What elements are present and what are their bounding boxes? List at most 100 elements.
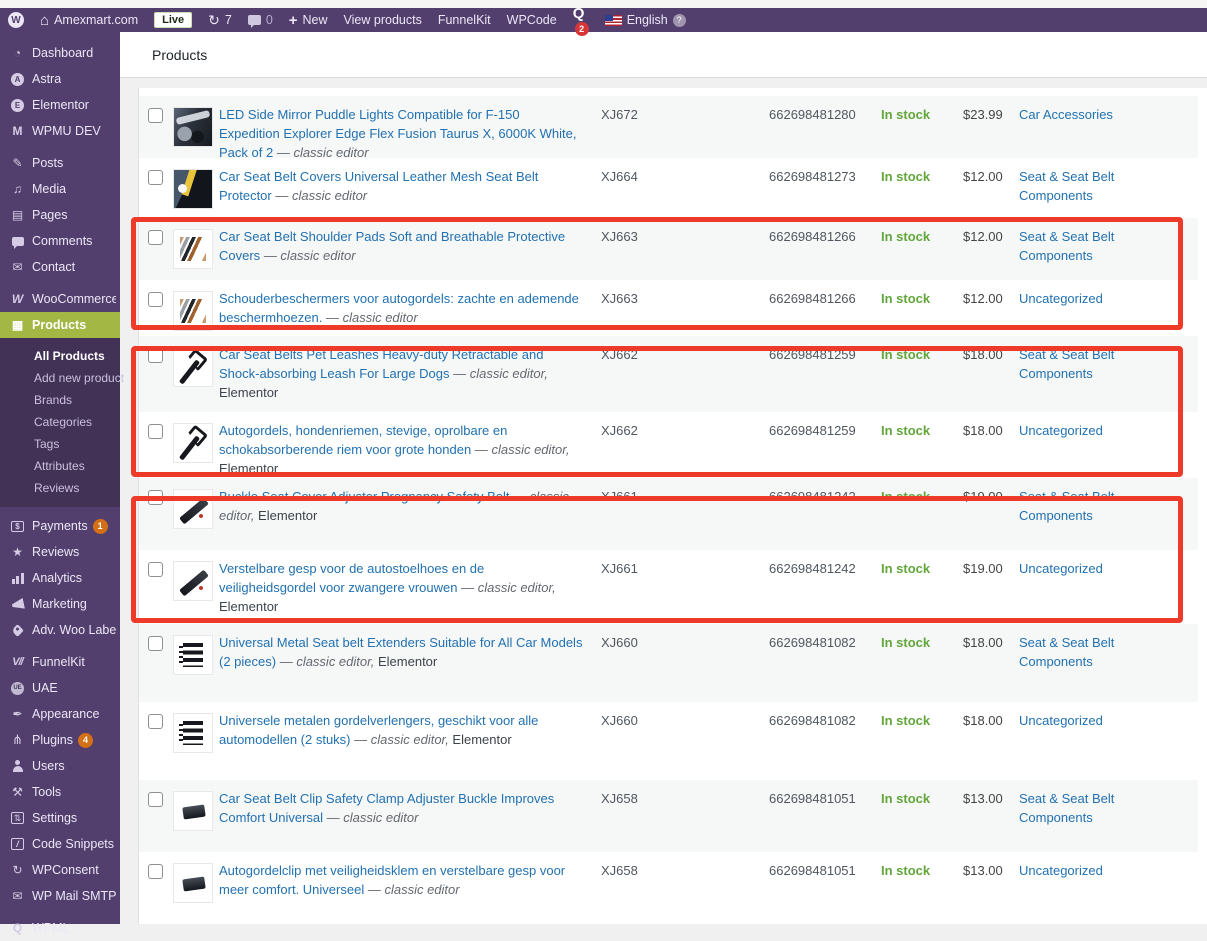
sidebar-item-label: Contact <box>32 260 76 274</box>
stock-badge: In stock <box>881 791 931 806</box>
category-link[interactable]: Seat & Seat Belt Components <box>1019 635 1114 669</box>
product-thumbnail-shoulder-pads[interactable] <box>173 291 213 331</box>
us-flag-icon <box>604 14 622 26</box>
live-status[interactable]: Live <box>146 8 200 32</box>
sidebar-item-contact[interactable]: ✉ Contact <box>0 254 120 280</box>
row-checkbox[interactable] <box>148 864 163 879</box>
sidebar-item-analytics[interactable]: Analytics <box>0 565 120 591</box>
product-thumbnail-pet-leash[interactable] <box>173 347 213 387</box>
row-checkbox[interactable] <box>148 636 163 651</box>
sidebar-item-adv-woo-labels[interactable]: Adv. Woo Labels <box>0 617 120 643</box>
sidebar-item-code-snippets[interactable]: / Code Snippets <box>0 831 120 857</box>
sidebar-item-wpconsent[interactable]: ↻ WPConsent <box>0 857 120 883</box>
product-thumbnail-pet-leash[interactable] <box>173 423 213 463</box>
category-link[interactable]: Uncategorized <box>1019 713 1103 728</box>
scrollbar-gutter[interactable] <box>1198 88 1207 924</box>
category-link[interactable]: Car Accessories <box>1019 107 1113 122</box>
category-link[interactable]: Seat & Seat Belt Components <box>1019 489 1114 523</box>
sidebar-item-plugins[interactable]: ⋔ Plugins 4 <box>0 727 120 753</box>
sidebar-item-elementor[interactable]: E Elementor <box>0 92 120 118</box>
q-count-badge: 2 <box>574 21 589 36</box>
sidebar-item-pages[interactable]: ▤ Pages <box>0 202 120 228</box>
stock-badge: In stock <box>881 347 931 362</box>
sidebar-item-appearance[interactable]: ✒ Appearance <box>0 701 120 727</box>
product-name-link[interactable]: Verstelbare gesp voor de autostoelhoes e… <box>219 561 484 595</box>
product-name-link[interactable]: Buckle Seat Cover Adjuster Pregnancy Saf… <box>219 489 510 504</box>
sidebar-item-media[interactable]: ♫ Media <box>0 176 120 202</box>
product-thumbnail-buckle-belt[interactable] <box>173 561 213 601</box>
row-checkbox[interactable] <box>148 792 163 807</box>
product-name-link[interactable]: Autogordels, hondenriemen, stevige, opro… <box>219 423 507 457</box>
sidebar-item-dashboard[interactable]: ◔ Dashboard <box>0 40 120 66</box>
sidebar-item-wpmu-dev[interactable]: M WPMU DEV <box>0 118 120 144</box>
product-thumbnail-belt-cover[interactable] <box>173 169 213 209</box>
product-meta-elementor: Elementor <box>258 507 318 523</box>
sidebar-item-label: Code Snippets <box>32 837 115 851</box>
submenu-item-reviews[interactable]: Reviews <box>0 477 120 499</box>
product-thumbnail-shoulder-pads[interactable] <box>173 229 213 269</box>
category-link[interactable]: Seat & Seat Belt Components <box>1019 347 1114 381</box>
row-checkbox[interactable] <box>148 714 163 729</box>
queue-menu[interactable]: Q2 <box>565 5 597 36</box>
product-thumbnail-belt-extender[interactable] <box>173 635 213 675</box>
wordpress-menu[interactable]: W <box>0 8 32 32</box>
row-checkbox[interactable] <box>148 292 163 307</box>
submenu-item-tags[interactable]: Tags <box>0 433 120 455</box>
sku-cell: XJ662 <box>601 423 638 438</box>
product-thumbnail-buckle-belt[interactable] <box>173 489 213 529</box>
sidebar-item-wp-mail-smtp[interactable]: ✉ WP Mail SMTP <box>0 883 120 909</box>
view-products-link[interactable]: View products <box>336 8 430 32</box>
row-checkbox[interactable] <box>148 108 163 123</box>
submenu-item-attributes[interactable]: Attributes <box>0 455 120 477</box>
sidebar-item-astra[interactable]: A Astra <box>0 66 120 92</box>
row-checkbox[interactable] <box>148 348 163 363</box>
sidebar-item-products[interactable]: ▦ Products <box>0 312 120 338</box>
category-link[interactable]: Uncategorized <box>1019 423 1103 438</box>
sidebar-item-reviews[interactable]: ★ Reviews <box>0 539 120 565</box>
funnelkit-menu[interactable]: FunnelKit <box>430 8 499 32</box>
submenu-item-all-products[interactable]: All Products <box>0 345 120 367</box>
category-link[interactable]: Uncategorized <box>1019 561 1103 576</box>
sidebar-item-payments[interactable]: $ Payments 1 <box>0 513 120 539</box>
updates-menu[interactable]: ↻ 7 <box>200 8 240 32</box>
wpcode-menu[interactable]: WPCode <box>499 8 565 32</box>
row-checkbox[interactable] <box>148 562 163 577</box>
sidebar-item-comments[interactable]: Comments <box>0 228 120 254</box>
product-meta-elementor: Elementor <box>377 653 438 669</box>
row-checkbox[interactable] <box>148 170 163 185</box>
sidebar-item-marketing[interactable]: Marketing <box>0 591 120 617</box>
sidebar-item-wpml[interactable]: Q WPML <box>0 915 120 941</box>
new-content-menu[interactable]: + New <box>281 8 336 32</box>
product-thumbnail-belt-extender[interactable] <box>173 713 213 753</box>
product-thumbnail-belt-clip[interactable] <box>173 863 213 903</box>
category-link[interactable]: Seat & Seat Belt Components <box>1019 229 1114 263</box>
product-name-link[interactable]: LED Side Mirror Puddle Lights Compatible… <box>219 107 576 160</box>
submenu-item-categories[interactable]: Categories <box>0 411 120 433</box>
row-checkbox[interactable] <box>148 424 163 439</box>
site-link[interactable]: ⌂ Amexmart.com <box>32 8 146 32</box>
sku-cell: XJ660 <box>601 635 638 650</box>
language-switcher[interactable]: English ? <box>597 8 694 32</box>
sidebar-item-posts[interactable]: ✎ Posts <box>0 150 120 176</box>
page-title: Products <box>152 46 208 63</box>
sidebar-item-funnelkit[interactable]: V// FunnelKit <box>0 649 120 675</box>
product-name-link[interactable]: Car Seat Belt Covers Universal Leather M… <box>219 169 538 203</box>
category-link[interactable]: Seat & Seat Belt Components <box>1019 791 1114 825</box>
comments-menu[interactable]: 0 <box>240 8 281 32</box>
submenu-item-add-new-product[interactable]: Add new product <box>0 367 124 389</box>
row-checkbox[interactable] <box>148 490 163 505</box>
category-link[interactable]: Uncategorized <box>1019 863 1103 878</box>
sidebar-item-users[interactable]: Users <box>0 753 120 779</box>
product-thumbnail-mirror-lights[interactable] <box>173 107 213 147</box>
product-name-cell: Autogordels, hondenriemen, stevige, opro… <box>219 423 570 476</box>
sidebar-item-settings[interactable]: ⇅ Settings <box>0 805 120 831</box>
sidebar-item-tools[interactable]: ⚒ Tools <box>0 779 120 805</box>
sidebar-item-label: Pages <box>32 208 68 222</box>
row-checkbox[interactable] <box>148 230 163 245</box>
category-link[interactable]: Uncategorized <box>1019 291 1103 306</box>
category-link[interactable]: Seat & Seat Belt Components <box>1019 169 1114 203</box>
submenu-item-brands[interactable]: Brands <box>0 389 120 411</box>
sidebar-item-uae[interactable]: UE UAE <box>0 675 120 701</box>
sidebar-item-woocommerce[interactable]: W WooCommerce <box>0 286 120 312</box>
product-thumbnail-belt-clip[interactable] <box>173 791 213 831</box>
